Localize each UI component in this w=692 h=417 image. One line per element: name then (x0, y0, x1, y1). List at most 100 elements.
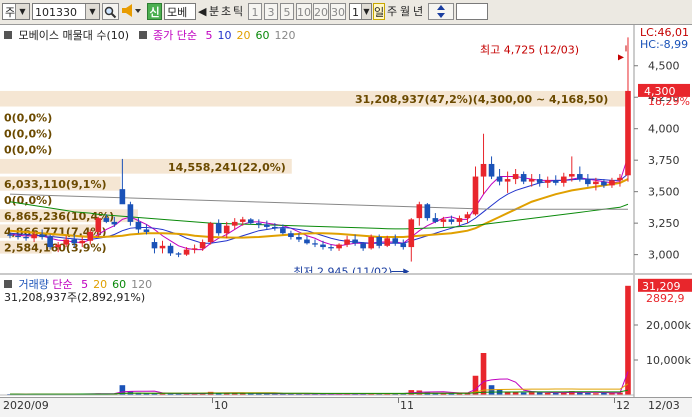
candle-body (143, 229, 150, 232)
volume-profile-label: 14,558,241(22,0%) (168, 161, 286, 174)
volume-y-tick-label: 20,000k (646, 319, 691, 332)
stock-name: 모베 (167, 6, 188, 19)
candle-body (496, 176, 503, 182)
magnifier-icon[interactable] (102, 3, 119, 20)
candle-body (352, 239, 358, 244)
candle-body (552, 180, 559, 183)
interval-button[interactable]: 5 (280, 3, 294, 20)
interval-button[interactable]: 30 (330, 3, 346, 20)
candle-body (416, 204, 423, 219)
candle-body (448, 219, 455, 222)
new-badge[interactable]: 신 (147, 3, 162, 20)
volume-bar (480, 353, 487, 395)
candle-body (456, 218, 463, 222)
candle-body (344, 239, 350, 245)
y-tick-label: 3,000 (648, 249, 680, 262)
interval-button[interactable]: 3 (264, 3, 278, 20)
volume-pane[interactable]: 20,000k 10,000k 31,209 2892,9 거래량 단순 5 20 60 1… (0, 275, 692, 397)
market-select[interactable]: 주 ▼ (2, 3, 30, 20)
right-arrow-icon (617, 54, 624, 61)
x-tick (614, 398, 615, 403)
candle-body (312, 243, 318, 245)
x-label-dec: 12 (616, 399, 630, 412)
price-pane[interactable]: 31,208,937(47,2%)(4,300,00 ~ 4,168,50) 0(… (0, 25, 692, 279)
minute-tab[interactable]: 분 (209, 3, 221, 20)
candle-body (127, 204, 134, 222)
year-tab[interactable]: 년 (413, 3, 425, 20)
candle-body (272, 226, 278, 229)
tick-tab[interactable]: 틱 (233, 3, 245, 20)
up-down-arrow-icon[interactable] (428, 3, 454, 20)
candle-body (464, 214, 471, 219)
volume-profile-label: 0(0,0%) (4, 111, 52, 124)
week-tab[interactable]: 주 (387, 3, 399, 20)
candle-body (577, 174, 583, 180)
volume-profile-label: 0(0,0%) (4, 128, 52, 141)
candle-body (288, 233, 294, 237)
candle-body (47, 237, 53, 248)
candle-body (304, 239, 310, 244)
candle-body (601, 181, 607, 186)
chevron-down-icon[interactable]: ▼ (15, 4, 29, 19)
x-label-nov: 11 (400, 399, 414, 412)
candle-body (199, 242, 206, 249)
candle-body (280, 228, 286, 234)
candle-body (617, 177, 623, 181)
high-annotation: 최고 4,725 (12/03) (480, 43, 579, 56)
candle-body (119, 189, 126, 205)
candle-body (79, 240, 86, 244)
x-label-oct: 10 (214, 399, 228, 412)
code-input[interactable]: 101330 ▼ (32, 3, 100, 20)
interval-button[interactable]: 1 (248, 3, 262, 20)
prev-arrow-icon[interactable]: ◀ (198, 3, 208, 20)
candle-body (95, 218, 102, 232)
candle-body (544, 180, 551, 183)
candle-body (488, 163, 495, 177)
candle-body (7, 234, 13, 236)
chevron-down-icon[interactable]: ▼ (361, 4, 371, 19)
ma-line-120 (9, 193, 628, 210)
ma-period-legend: 5 10 20 60 120 (201, 29, 296, 42)
volume-y-tick-label: 10,000k (646, 354, 691, 367)
candle-body (536, 179, 543, 183)
day-tab[interactable]: 일 (373, 3, 385, 20)
volume-profile-label: 0(0,0%) (4, 194, 52, 207)
candle-body (609, 180, 615, 186)
candle-body (568, 174, 575, 177)
candle-body (103, 218, 110, 222)
candle-body (328, 247, 334, 249)
interval-button[interactable]: 20 (313, 3, 329, 20)
legend-square-icon (4, 31, 12, 39)
interval-select[interactable]: 1 ▼ (349, 3, 372, 20)
candle-body (23, 237, 29, 239)
price-chart[interactable]: 31,208,937(47,2%)(4,300,00 ~ 4,168,50) 0(… (0, 25, 692, 279)
month-tab[interactable]: 월 (400, 3, 412, 20)
candle-body (159, 245, 166, 249)
speaker-icon[interactable] (121, 3, 145, 20)
candle-body (400, 243, 407, 248)
chevron-down-icon[interactable]: ▼ (85, 4, 99, 19)
candle-body (440, 219, 447, 222)
candle-body (424, 204, 431, 219)
market-prefix: 주 (5, 6, 16, 19)
interval-button[interactable]: 10 (296, 3, 312, 20)
interval-value: 1 (352, 6, 359, 19)
ma-period-label: 5 (205, 29, 213, 42)
volume-current-pct: 2892,9 (646, 292, 685, 305)
candle-body (239, 219, 246, 222)
stock-name-field[interactable]: 모베 (164, 3, 196, 20)
candle-body (472, 176, 479, 215)
candle-body (55, 244, 61, 248)
volume-profile-label: 0(0,0%) (4, 143, 52, 156)
candle-body (296, 237, 302, 240)
legend-square-icon (138, 31, 147, 39)
x-label-start: 2020/09 (3, 399, 49, 412)
candle-body (504, 179, 511, 182)
candle-body (63, 239, 70, 245)
candle-body (560, 176, 567, 183)
volume-ma-line-5 (10, 371, 629, 395)
volume-bar (625, 285, 631, 395)
x-tick (398, 398, 399, 403)
blank-field[interactable] (456, 3, 488, 20)
second-tab[interactable]: 초 (221, 3, 233, 20)
